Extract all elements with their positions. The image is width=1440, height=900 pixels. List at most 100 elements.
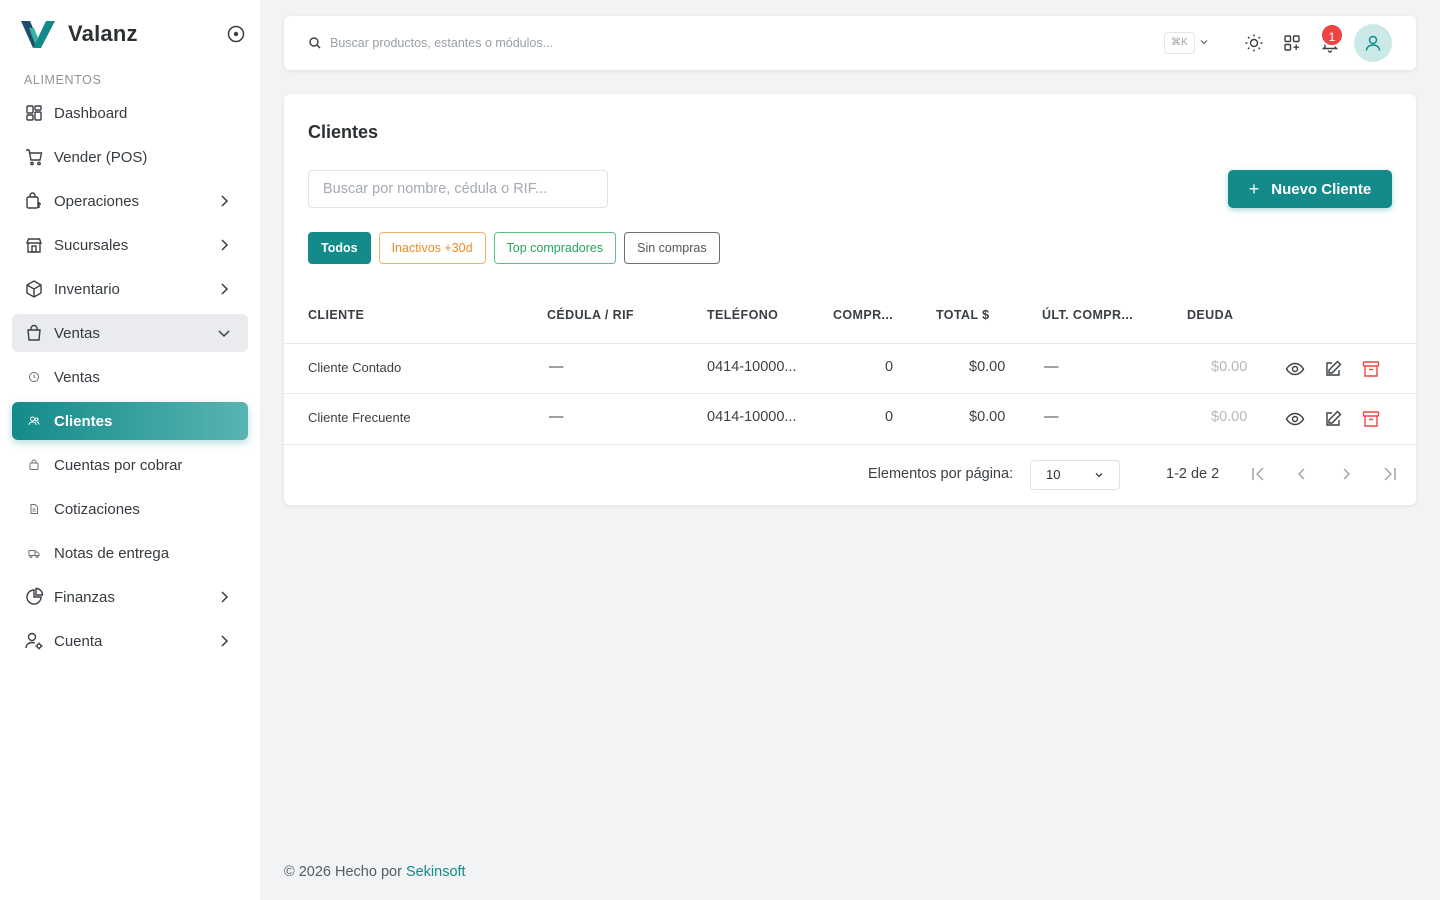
chevron-right-icon (221, 283, 229, 295)
filter-sin-compras[interactable]: Sin compras (624, 232, 720, 264)
global-search-placeholder: Buscar productos, estantes o módulos... (330, 36, 554, 50)
chevron-down-icon[interactable] (1198, 36, 1210, 48)
eye-icon[interactable] (1285, 359, 1305, 379)
filter-inactivos[interactable]: Inactivos +30d (378, 232, 486, 264)
sidebar-item-operaciones[interactable]: Operaciones (12, 182, 248, 220)
cell-telefono: 0414-10000... (707, 359, 797, 375)
sidebar-item-cuenta[interactable]: Cuenta (12, 622, 248, 660)
shortcut-hint: ⌘K (1164, 32, 1195, 54)
cell-telefono: 0414-10000... (707, 409, 797, 425)
top-bar: Buscar productos, estantes o módulos... … (284, 16, 1416, 70)
filter-chips: Todos Inactivos +30d Top compradores Sin… (308, 232, 728, 264)
page-range: 1-2 de 2 (1166, 466, 1220, 482)
brand-name: Valanz (68, 21, 138, 46)
apps-icon[interactable] (1282, 33, 1302, 53)
footer: © 2026 Hecho por Sekinsoft (284, 864, 466, 880)
archive-icon[interactable] (1361, 409, 1381, 429)
sidebar-item-ventas-group[interactable]: Ventas (12, 314, 248, 352)
first-page-icon[interactable] (1248, 464, 1268, 484)
sidebar-item-label: Cotizaciones (54, 500, 140, 518)
sidebar-section-label: ALIMENTOS (24, 73, 102, 87)
column-header-compras[interactable]: COMPR... (833, 308, 893, 322)
receivables-icon (24, 455, 44, 475)
store-icon (24, 235, 44, 255)
dashboard-icon (24, 103, 44, 123)
sidebar-item-label: Inventario (54, 280, 120, 298)
sidebar-item-ventas[interactable]: Ventas (12, 358, 248, 396)
global-search[interactable]: Buscar productos, estantes o módulos... (308, 36, 553, 50)
sidebar-collapse-icon[interactable] (226, 24, 246, 44)
footer-text: © 2026 Hecho por (284, 864, 402, 880)
archive-icon[interactable] (1361, 359, 1381, 379)
cell-ultima-compra: — (1044, 409, 1059, 425)
sidebar-item-label: Vender (POS) (54, 148, 148, 166)
sidebar-item-label: Operaciones (54, 192, 140, 210)
per-page-select[interactable]: 10 (1030, 460, 1120, 490)
operations-icon (24, 191, 44, 211)
next-page-icon[interactable] (1336, 464, 1356, 484)
user-settings-icon (24, 631, 44, 651)
brand[interactable]: Valanz (20, 18, 138, 50)
column-header-telefono[interactable]: TELÉFONO (707, 308, 778, 322)
chevron-down-icon (218, 330, 230, 338)
per-page-value: 10 (1046, 467, 1061, 482)
cart-icon (24, 147, 44, 167)
eye-icon[interactable] (1285, 409, 1305, 429)
column-header-ultima-compra[interactable]: ÚLT. COMPR... (1042, 308, 1133, 322)
sun-icon[interactable] (1244, 33, 1264, 53)
shopping-bag-icon (24, 323, 44, 343)
cell-deuda: $0.00 (1211, 359, 1248, 375)
avatar[interactable] (1354, 24, 1392, 62)
sidebar-item-sucursales[interactable]: Sucursales (12, 226, 248, 264)
cell-total: $0.00 (969, 359, 1006, 375)
chevron-right-icon (221, 635, 229, 647)
sidebar-item-pos[interactable]: Vender (POS) (12, 138, 248, 176)
chevron-down-icon (1095, 473, 1103, 478)
column-header-deuda[interactable]: DEUDA (1187, 308, 1233, 322)
sidebar-item-label: Sucursales (54, 236, 129, 254)
sidebar-item-clientes[interactable]: Clientes (12, 402, 248, 440)
new-client-button[interactable]: + Nuevo Cliente (1228, 170, 1392, 208)
edit-icon[interactable] (1323, 359, 1343, 379)
sidebar-item-inventario[interactable]: Inventario (12, 270, 248, 308)
filter-top-compradores[interactable]: Top compradores (493, 232, 617, 264)
column-header-cedula[interactable]: CÉDULA / RIF (547, 308, 634, 322)
divider (284, 393, 1416, 394)
column-header-total[interactable]: TOTAL $ (936, 308, 990, 322)
cell-cedula: — (549, 409, 564, 425)
sidebar-item-label: Ventas (54, 324, 100, 342)
sidebar-item-label: Ventas (54, 368, 100, 386)
sidebar-item-finanzas[interactable]: Finanzas (12, 578, 248, 616)
sidebar-item-dashboard[interactable]: Dashboard (12, 94, 248, 132)
previous-page-icon[interactable] (1292, 464, 1312, 484)
sidebar-nav: Dashboard Vender (POS) Operaciones Sucur… (12, 94, 248, 666)
notification-badge: 1 (1320, 23, 1344, 47)
filter-todos[interactable]: Todos (308, 232, 371, 264)
cell-cedula: — (549, 359, 564, 375)
cell-compras: 0 (885, 409, 894, 425)
sidebar-item-label: Cuentas por cobrar (54, 456, 183, 474)
sidebar-item-label: Cuenta (54, 632, 103, 650)
new-client-button-label: Nuevo Cliente (1271, 180, 1372, 198)
chevron-right-icon (221, 239, 229, 251)
chevron-right-icon (221, 591, 229, 603)
history-icon (24, 367, 44, 387)
users-icon (24, 411, 44, 431)
footer-link[interactable]: Sekinsoft (406, 864, 466, 880)
client-search-input[interactable] (308, 170, 608, 208)
last-page-icon[interactable] (1380, 464, 1400, 484)
truck-icon (24, 543, 44, 563)
cell-total: $0.00 (969, 409, 1006, 425)
sidebar-item-notas-de-entrega[interactable]: Notas de entrega (12, 534, 248, 572)
sidebar-item-cotizaciones[interactable]: Cotizaciones (12, 490, 248, 528)
page-title: Clientes (308, 122, 379, 142)
column-header-cliente[interactable]: CLIENTE (308, 308, 364, 322)
chevron-right-icon (221, 195, 229, 207)
sidebar: Valanz ALIMENTOS Dashboard Vender (POS) … (0, 0, 260, 900)
pie-chart-icon (24, 587, 44, 607)
box-icon (24, 279, 44, 299)
sidebar-item-cuentas-por-cobrar[interactable]: Cuentas por cobrar (12, 446, 248, 484)
per-page-label: Elementos por página: (868, 466, 1014, 482)
edit-icon[interactable] (1323, 409, 1343, 429)
plus-icon: + (1248, 179, 1260, 199)
